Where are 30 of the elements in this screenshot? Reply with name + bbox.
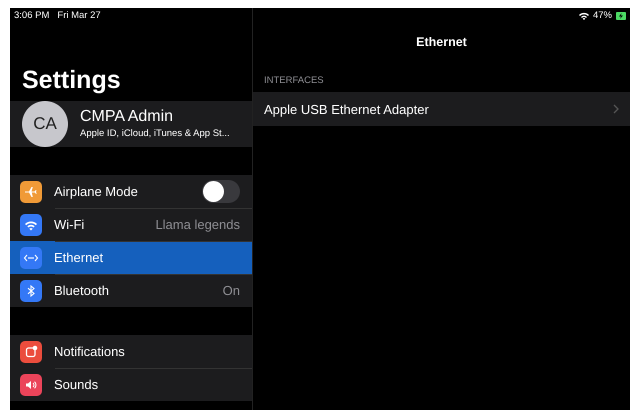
settings-item[interactable]: Sounds bbox=[10, 368, 252, 401]
interface-row[interactable]: Apple USB Ethernet Adapter bbox=[253, 92, 630, 126]
toggle-switch[interactable] bbox=[202, 180, 240, 203]
section-header: INTERFACES bbox=[263, 74, 325, 88]
chevron-icon bbox=[613, 104, 619, 114]
profile-row[interactable]: CA CMPA Admin Apple ID, iCloud, iTunes & App St... bbox=[10, 101, 252, 147]
item-label: Notifications bbox=[54, 342, 126, 361]
item-label: Airplane Mode bbox=[54, 182, 139, 201]
status-time: 3:06 PM bbox=[14, 8, 50, 23]
item-value: Llama legends bbox=[155, 216, 240, 234]
settings-item[interactable]: Bluetooth On bbox=[10, 274, 252, 307]
profile-subtitle: Apple ID, iCloud, iTunes & App St... bbox=[80, 126, 230, 141]
item-label: Sounds bbox=[54, 376, 100, 394]
item-label: Ethernet bbox=[54, 248, 104, 267]
status-date: Fri Mar 27 bbox=[57, 8, 101, 23]
settings-title: Settings bbox=[22, 65, 121, 95]
item-value: On bbox=[222, 282, 240, 300]
row-label: Apple USB Ethernet Adapter bbox=[264, 100, 430, 119]
settings-item[interactable]: Notifications bbox=[10, 335, 252, 368]
item-label: Wi-Fi bbox=[54, 216, 86, 234]
settings-item[interactable]: Ethernet bbox=[10, 241, 252, 274]
battery-percentage: 47% bbox=[592, 8, 612, 23]
profile-name: CMPA Admin bbox=[80, 106, 174, 127]
wifi-icon bbox=[578, 12, 589, 20]
settings-item[interactable]: Wi-Fi Llama legends bbox=[10, 208, 252, 241]
page-title: Ethernet bbox=[416, 35, 467, 50]
item-label: Bluetooth bbox=[54, 282, 110, 300]
battery-icon bbox=[616, 12, 626, 20]
avatar: CA bbox=[22, 101, 68, 147]
settings-item[interactable]: Airplane Mode bbox=[10, 175, 252, 208]
